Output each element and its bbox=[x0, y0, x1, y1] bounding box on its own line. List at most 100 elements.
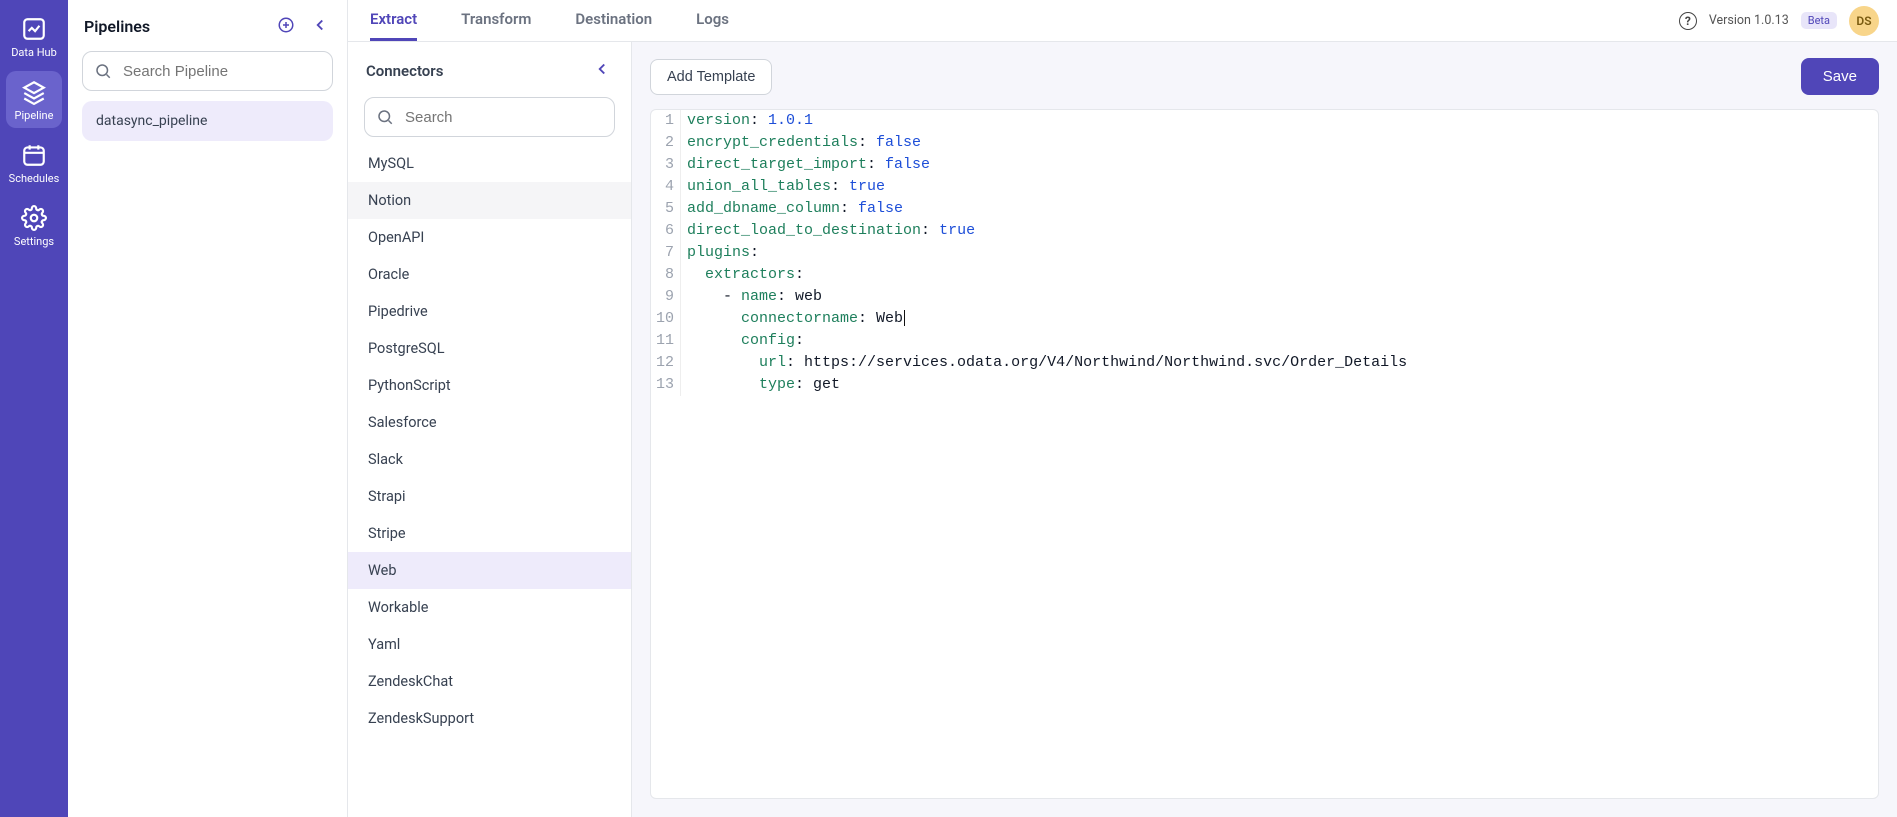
connector-item[interactable]: MySQL bbox=[348, 145, 631, 182]
connector-item[interactable]: Notion bbox=[348, 182, 631, 219]
connector-item[interactable]: Workable bbox=[348, 589, 631, 626]
tab-extract[interactable]: Extract bbox=[370, 0, 417, 41]
code-content[interactable]: connectorname: Web bbox=[681, 308, 905, 330]
editor-area: Add Template Save 1version: 1.0.12encryp… bbox=[632, 42, 1897, 817]
connector-item[interactable]: Oracle bbox=[348, 256, 631, 293]
connector-item[interactable]: PostgreSQL bbox=[348, 330, 631, 367]
code-line[interactable]: 13 type: get bbox=[651, 374, 1878, 396]
code-content[interactable]: direct_target_import: false bbox=[681, 154, 930, 176]
chevron-left-icon bbox=[593, 60, 611, 78]
code-content[interactable]: union_all_tables: true bbox=[681, 176, 885, 198]
code-line[interactable]: 11 config: bbox=[651, 330, 1878, 352]
code-content[interactable]: type: get bbox=[681, 374, 840, 396]
connector-item[interactable]: Pipedrive bbox=[348, 293, 631, 330]
main-area: Extract Transform Destination Logs ? Versio… bbox=[348, 0, 1897, 817]
line-number: 6 bbox=[651, 220, 681, 242]
pipelines-panel: Pipelines datasync_pipeline bbox=[68, 0, 348, 817]
nav-label: Data Hub bbox=[11, 46, 57, 59]
code-content[interactable]: url: https://services.odata.org/V4/North… bbox=[681, 352, 1407, 374]
line-number: 1 bbox=[651, 110, 681, 132]
nav-item-schedules[interactable]: Schedules bbox=[6, 134, 62, 191]
code-line[interactable]: 8 extractors: bbox=[651, 264, 1878, 286]
layers-icon bbox=[21, 79, 47, 105]
tab-logs[interactable]: Logs bbox=[696, 0, 729, 41]
code-content[interactable]: direct_load_to_destination: true bbox=[681, 220, 975, 242]
nav-item-data-hub[interactable]: Data Hub bbox=[6, 8, 62, 65]
connector-list[interactable]: MySQLNotionOpenAPIOraclePipedrivePostgre… bbox=[348, 145, 631, 817]
connectors-title: Connectors bbox=[366, 62, 443, 80]
code-content[interactable]: plugins: bbox=[681, 242, 759, 264]
line-number: 5 bbox=[651, 198, 681, 220]
code-content[interactable]: config: bbox=[681, 330, 804, 352]
nav-item-pipeline[interactable]: Pipeline bbox=[6, 71, 62, 128]
connector-item[interactable]: Yaml bbox=[348, 626, 631, 663]
code-content[interactable]: - name: web bbox=[681, 286, 822, 308]
nav-item-settings[interactable]: Settings bbox=[6, 197, 62, 254]
connector-search-input[interactable] bbox=[364, 97, 615, 137]
tab-destination[interactable]: Destination bbox=[575, 0, 652, 41]
code-content[interactable]: add_dbname_column: false bbox=[681, 198, 903, 220]
pipeline-search-input[interactable] bbox=[82, 51, 333, 91]
line-number: 2 bbox=[651, 132, 681, 154]
code-line[interactable]: 6direct_load_to_destination: true bbox=[651, 220, 1878, 242]
connector-item[interactable]: Strapi bbox=[348, 478, 631, 515]
code-line[interactable]: 3direct_target_import: false bbox=[651, 154, 1878, 176]
search-icon bbox=[94, 62, 112, 80]
connector-item[interactable]: Stripe bbox=[348, 515, 631, 552]
code-content[interactable]: extractors: bbox=[681, 264, 804, 286]
add-template-button[interactable]: Add Template bbox=[650, 59, 772, 95]
tabs: Extract Transform Destination Logs bbox=[348, 0, 729, 41]
top-bar: Extract Transform Destination Logs ? Versio… bbox=[348, 0, 1897, 42]
tab-transform[interactable]: Transform bbox=[461, 0, 531, 41]
calendar-icon bbox=[21, 142, 47, 168]
chevron-left-icon bbox=[311, 16, 329, 34]
code-editor[interactable]: 1version: 1.0.12encrypt_credentials: fal… bbox=[650, 109, 1879, 799]
connector-item[interactable]: ZendeskSupport bbox=[348, 700, 631, 737]
code-line[interactable]: 10 connectorname: Web bbox=[651, 308, 1878, 330]
line-number: 12 bbox=[651, 352, 681, 374]
chart-icon bbox=[21, 16, 47, 42]
line-number: 11 bbox=[651, 330, 681, 352]
main-nav: Data Hub Pipeline Schedules Settings bbox=[0, 0, 68, 817]
line-number: 13 bbox=[651, 374, 681, 396]
line-number: 7 bbox=[651, 242, 681, 264]
line-number: 4 bbox=[651, 176, 681, 198]
nav-label: Pipeline bbox=[15, 109, 54, 122]
line-number: 8 bbox=[651, 264, 681, 286]
avatar[interactable]: DS bbox=[1849, 6, 1879, 36]
nav-label: Schedules bbox=[9, 172, 60, 185]
plus-circle-icon bbox=[277, 16, 295, 34]
line-number: 3 bbox=[651, 154, 681, 176]
code-content[interactable]: encrypt_credentials: false bbox=[681, 132, 921, 154]
code-line[interactable]: 7plugins: bbox=[651, 242, 1878, 264]
search-icon bbox=[376, 108, 394, 126]
save-button[interactable]: Save bbox=[1801, 58, 1879, 95]
code-line[interactable]: 2encrypt_credentials: false bbox=[651, 132, 1878, 154]
gear-icon bbox=[21, 205, 47, 231]
connector-item[interactable]: ZendeskChat bbox=[348, 663, 631, 700]
connector-search bbox=[364, 97, 615, 137]
code-content[interactable]: version: 1.0.1 bbox=[681, 110, 813, 132]
collapse-connectors-button[interactable] bbox=[591, 58, 613, 83]
connectors-panel: Connectors MySQLNotionOpenAPIOraclePiped… bbox=[348, 42, 632, 817]
code-line[interactable]: 9 - name: web bbox=[651, 286, 1878, 308]
nav-label: Settings bbox=[14, 235, 54, 248]
collapse-pipelines-button[interactable] bbox=[309, 14, 331, 39]
code-line[interactable]: 1version: 1.0.1 bbox=[651, 110, 1878, 132]
help-icon[interactable]: ? bbox=[1679, 12, 1697, 30]
connector-item[interactable]: Slack bbox=[348, 441, 631, 478]
line-number: 10 bbox=[651, 308, 681, 330]
pipeline-search bbox=[82, 51, 333, 91]
line-number: 9 bbox=[651, 286, 681, 308]
add-pipeline-button[interactable] bbox=[275, 14, 297, 39]
connector-item[interactable]: PythonScript bbox=[348, 367, 631, 404]
code-line[interactable]: 12 url: https://services.odata.org/V4/No… bbox=[651, 352, 1878, 374]
connector-item[interactable]: Salesforce bbox=[348, 404, 631, 441]
code-line[interactable]: 5add_dbname_column: false bbox=[651, 198, 1878, 220]
connector-item[interactable]: OpenAPI bbox=[348, 219, 631, 256]
code-line[interactable]: 4union_all_tables: true bbox=[651, 176, 1878, 198]
pipelines-title: Pipelines bbox=[84, 17, 150, 36]
connector-item[interactable]: Web bbox=[348, 552, 631, 589]
version-text: Version 1.0.13 bbox=[1709, 13, 1789, 28]
pipeline-item[interactable]: datasync_pipeline bbox=[82, 101, 333, 141]
